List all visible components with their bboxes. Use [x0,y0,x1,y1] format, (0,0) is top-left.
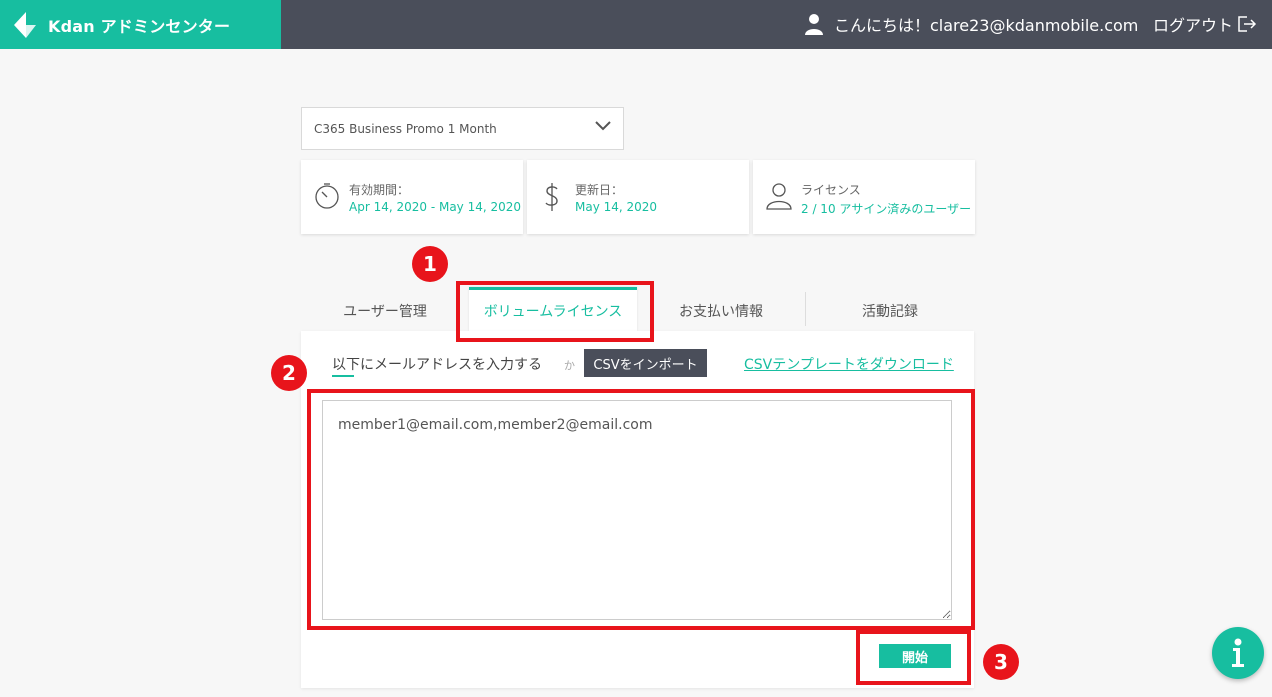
card-label: 有効期間： [349,183,410,197]
tab-label: 活動記録 [862,304,918,320]
annotation-badge-1: 1 [412,246,448,282]
csv-import-button[interactable]: CSVをインポート [584,349,707,377]
tab-payment-info[interactable]: お支払い情報 [637,291,805,331]
top-bar: Kdan アドミンセンター こんにちは！clare23@kdanmobile.c… [0,0,1272,49]
card-label: ライセンス [801,183,861,197]
info-icon [1232,638,1244,667]
annotation-badge-3: 3 [983,644,1019,680]
email-input-mode[interactable]: 以下にメールアドレスを入力する [332,354,542,374]
or-separator: か [564,359,575,372]
tab-label: お支払い情報 [679,304,763,320]
card-license: ライセンス 2 / 10 アサイン済みのユーザー [753,160,975,234]
mode-underline [332,375,354,377]
card-value: May 14, 2020 [575,200,658,214]
help-button[interactable] [1212,627,1264,679]
user-icon [805,14,823,35]
greeting-text: こんにちは！clare23@kdanmobile.com [834,16,1139,35]
highlight-box-3 [856,630,971,685]
card-validity: 有効期間： Apr 14, 2020 - May 14, 2020 [301,160,523,234]
brand[interactable]: Kdan アドミンセンター [0,0,281,49]
chevron-down-icon [595,121,611,131]
plan-selected-value: C365 Business Promo 1 Month [314,121,497,136]
highlight-box-2 [307,389,975,630]
plan-dropdown[interactable]: C365 Business Promo 1 Month [301,107,624,150]
tab-label: ユーザー管理 [343,304,427,320]
logout-button[interactable]: ログアウト [1153,11,1257,37]
logout-label: ログアウト [1153,16,1234,35]
kdan-logo-icon [14,11,36,38]
card-value: 2 / 10 アサイン済みのユーザー [801,202,972,216]
card-renewal: 更新日： May 14, 2020 [527,160,749,234]
csv-template-download-link[interactable]: CSVテンプレートをダウンロード [744,354,954,374]
dollar-icon [545,183,558,211]
app-title: Kdan アドミンセンター [48,16,231,36]
tab-activity-log[interactable]: 活動記録 [806,291,974,331]
card-label: 更新日： [575,183,624,197]
user-outline-icon [766,183,792,210]
tab-user-management[interactable]: ユーザー管理 [301,291,469,331]
user-greeting: こんにちは！clare23@kdanmobile.com [804,11,1138,37]
card-value: Apr 14, 2020 - May 14, 2020 [349,200,522,214]
timer-icon [315,183,339,209]
logout-icon [1238,16,1257,32]
highlight-box-1 [456,281,654,342]
annotation-badge-2: 2 [271,355,307,391]
